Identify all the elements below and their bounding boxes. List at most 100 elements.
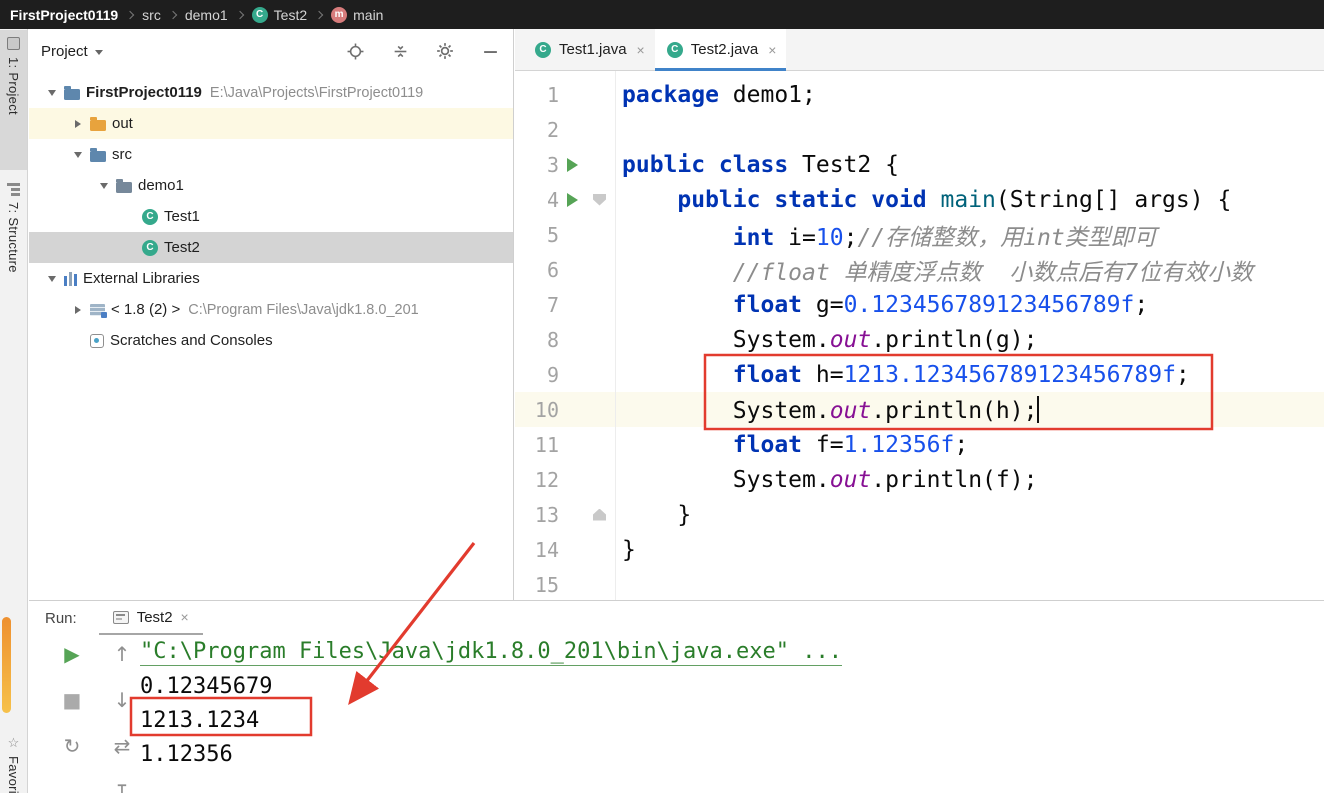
line-number[interactable]: 9: [515, 363, 559, 387]
tree-row-demo1[interactable]: demo1: [29, 170, 513, 201]
code-line-6[interactable]: 6 //float 单精度浮点数 小数点后有7位有效小数: [515, 252, 1324, 287]
editor-tab-label: Test2.java: [690, 41, 759, 58]
scroll-to-end-button[interactable]: ↧: [109, 779, 135, 793]
collapse-all-button[interactable]: [391, 42, 409, 60]
line-number[interactable]: 2: [515, 118, 559, 142]
tree-expand-toggle[interactable]: [69, 305, 87, 314]
code-line-5[interactable]: 5 int i=10;//存储整数，用int类型即可: [515, 217, 1324, 252]
left-scroll-marker[interactable]: [2, 617, 11, 713]
breadcrumb-item-main[interactable]: m main: [331, 6, 383, 23]
fold-gutter[interactable]: [585, 193, 615, 206]
code-line-7[interactable]: 7 float g=0.123456789123456789f;: [515, 287, 1324, 322]
editor-tab-test1-java[interactable]: C Test1.java ×: [523, 29, 655, 70]
code-text[interactable]: System.out.println(h);: [615, 395, 1040, 424]
tree-expand-toggle[interactable]: [69, 151, 87, 158]
code-line-3[interactable]: 3 public class Test2 {: [515, 147, 1324, 182]
play-icon: ▶: [64, 642, 80, 666]
tree-expand-toggle[interactable]: [95, 182, 113, 189]
run-gutter-button[interactable]: [559, 157, 585, 172]
close-icon[interactable]: ×: [768, 42, 776, 58]
locate-file-button[interactable]: [346, 42, 364, 60]
tool-button-structure[interactable]: 7: Structure: [0, 175, 27, 331]
tool-button-favorites-label: Favorites: [6, 756, 21, 793]
code-text[interactable]: int i=10;//存储整数，用int类型即可: [615, 218, 1157, 252]
code-editor[interactable]: 1 package demo1; 2 3 public class Test2 { 4 p…: [515, 71, 1324, 600]
line-number[interactable]: 12: [515, 468, 559, 492]
line-number[interactable]: 3: [515, 153, 559, 177]
code-text[interactable]: System.out.println(f);: [615, 467, 1038, 493]
code-text[interactable]: float g=0.123456789123456789f;: [615, 292, 1148, 318]
chevron-down-icon[interactable]: [94, 49, 103, 55]
run-toolbar: ▶ ↑ ■ ↓ ↻ ⇄ ↧: [29, 635, 141, 793]
code-line-12[interactable]: 12 System.out.println(f);: [515, 462, 1324, 497]
close-icon[interactable]: ×: [637, 42, 645, 58]
tool-button-project[interactable]: 1: Project: [0, 30, 27, 170]
code-line-9[interactable]: 9 float h=1213.123456789123456789f;: [515, 357, 1324, 392]
tree-row-1-8-2[interactable]: < 1.8 (2) > C:\Program Files\Java\jdk1.8.…: [29, 294, 513, 325]
code-line-13[interactable]: 13 }: [515, 497, 1324, 532]
folder-out-icon: [90, 116, 106, 131]
line-number[interactable]: 10: [515, 398, 559, 422]
stop-button[interactable]: ■: [59, 687, 85, 713]
fold-gutter[interactable]: [585, 508, 615, 521]
line-number[interactable]: 7: [515, 293, 559, 317]
tree-row-test1[interactable]: C Test1: [29, 201, 513, 232]
code-text[interactable]: float h=1213.123456789123456789f;: [615, 362, 1190, 388]
tree-row-test2[interactable]: C Test2: [29, 232, 513, 263]
tree-row-firstproject0119[interactable]: FirstProject0119 E:\Java\Projects\FirstPr…: [29, 77, 513, 108]
code-line-8[interactable]: 8 System.out.println(g);: [515, 322, 1324, 357]
tree-expand-toggle[interactable]: [43, 275, 61, 282]
line-number[interactable]: 14: [515, 538, 559, 562]
tree-row-out[interactable]: out: [29, 108, 513, 139]
restore-layout-button[interactable]: ↻: [59, 733, 85, 759]
tree-row-scratches-and-consoles[interactable]: Scratches and Consoles: [29, 325, 513, 356]
close-icon[interactable]: ×: [181, 609, 189, 625]
arrow-down-icon: ↓: [113, 688, 131, 712]
down-the-stack-trace-button[interactable]: ↓: [109, 687, 135, 713]
line-number[interactable]: 11: [515, 433, 559, 457]
code-line-2[interactable]: 2: [515, 112, 1324, 147]
tree-row-src[interactable]: src: [29, 139, 513, 170]
run-tab-test2[interactable]: Test2 ×: [98, 601, 203, 635]
breadcrumb-item-test2[interactable]: C Test2: [251, 6, 307, 23]
tree-expand-toggle[interactable]: [69, 119, 87, 128]
code-line-14[interactable]: 14}: [515, 532, 1324, 567]
code-text[interactable]: public class Test2 {: [615, 152, 899, 178]
code-text[interactable]: }: [615, 537, 636, 563]
code-text[interactable]: //float 单精度浮点数 小数点后有7位有效小数: [615, 253, 1253, 287]
code-text[interactable]: }: [615, 502, 691, 528]
rerun-button[interactable]: ▶: [59, 641, 85, 667]
code-text[interactable]: float f=1.12356f;: [615, 432, 968, 458]
settings-button[interactable]: [436, 42, 454, 60]
code-line-11[interactable]: 11 float f=1.12356f;: [515, 427, 1324, 462]
code-line-15[interactable]: 15: [515, 567, 1324, 600]
run-gutter-button[interactable]: [559, 192, 585, 207]
code-line-4[interactable]: 4 public static void main(String[] args)…: [515, 182, 1324, 217]
code-text[interactable]: package demo1;: [615, 82, 816, 108]
breadcrumb-item-src[interactable]: src: [142, 7, 161, 23]
line-number[interactable]: 15: [515, 573, 559, 597]
line-number[interactable]: 6: [515, 258, 559, 282]
line-number[interactable]: 5: [515, 223, 559, 247]
soft-wrap-button[interactable]: ⇄: [109, 733, 135, 759]
up-the-stack-trace-button[interactable]: ↑: [109, 641, 135, 667]
tree-expand-toggle[interactable]: [43, 89, 61, 96]
line-number[interactable]: 1: [515, 83, 559, 107]
line-number[interactable]: 8: [515, 328, 559, 352]
line-number[interactable]: 13: [515, 503, 559, 527]
breadcrumb-item-firstproject0119[interactable]: FirstProject0119: [10, 7, 118, 23]
project-panel-title[interactable]: Project: [41, 43, 88, 60]
editor: C Test1.java × C Test2.java × 1 package demo1;…: [515, 29, 1324, 600]
left-tool-strip: 1: Project 7: Structure ☆ Favorites: [0, 29, 28, 793]
code-line-1[interactable]: 1 package demo1;: [515, 77, 1324, 112]
code-text[interactable]: public static void main(String[] args) {: [615, 187, 1231, 213]
code-text[interactable]: System.out.println(g);: [615, 327, 1038, 353]
editor-tab-test2-java[interactable]: C Test2.java ×: [654, 29, 787, 71]
line-number[interactable]: 4: [515, 188, 559, 212]
console-output: "C:\Program Files\Java\jdk1.8.0_201\bin\…: [140, 635, 1324, 793]
tree-row-external-libraries[interactable]: External Libraries: [29, 263, 513, 294]
tool-button-favorites[interactable]: ☆ Favorites: [0, 729, 27, 793]
breadcrumb-item-demo1[interactable]: demo1: [185, 7, 228, 23]
hide-panel-button[interactable]: [481, 42, 499, 60]
code-line-10[interactable]: 10 System.out.println(h);: [515, 392, 1324, 427]
